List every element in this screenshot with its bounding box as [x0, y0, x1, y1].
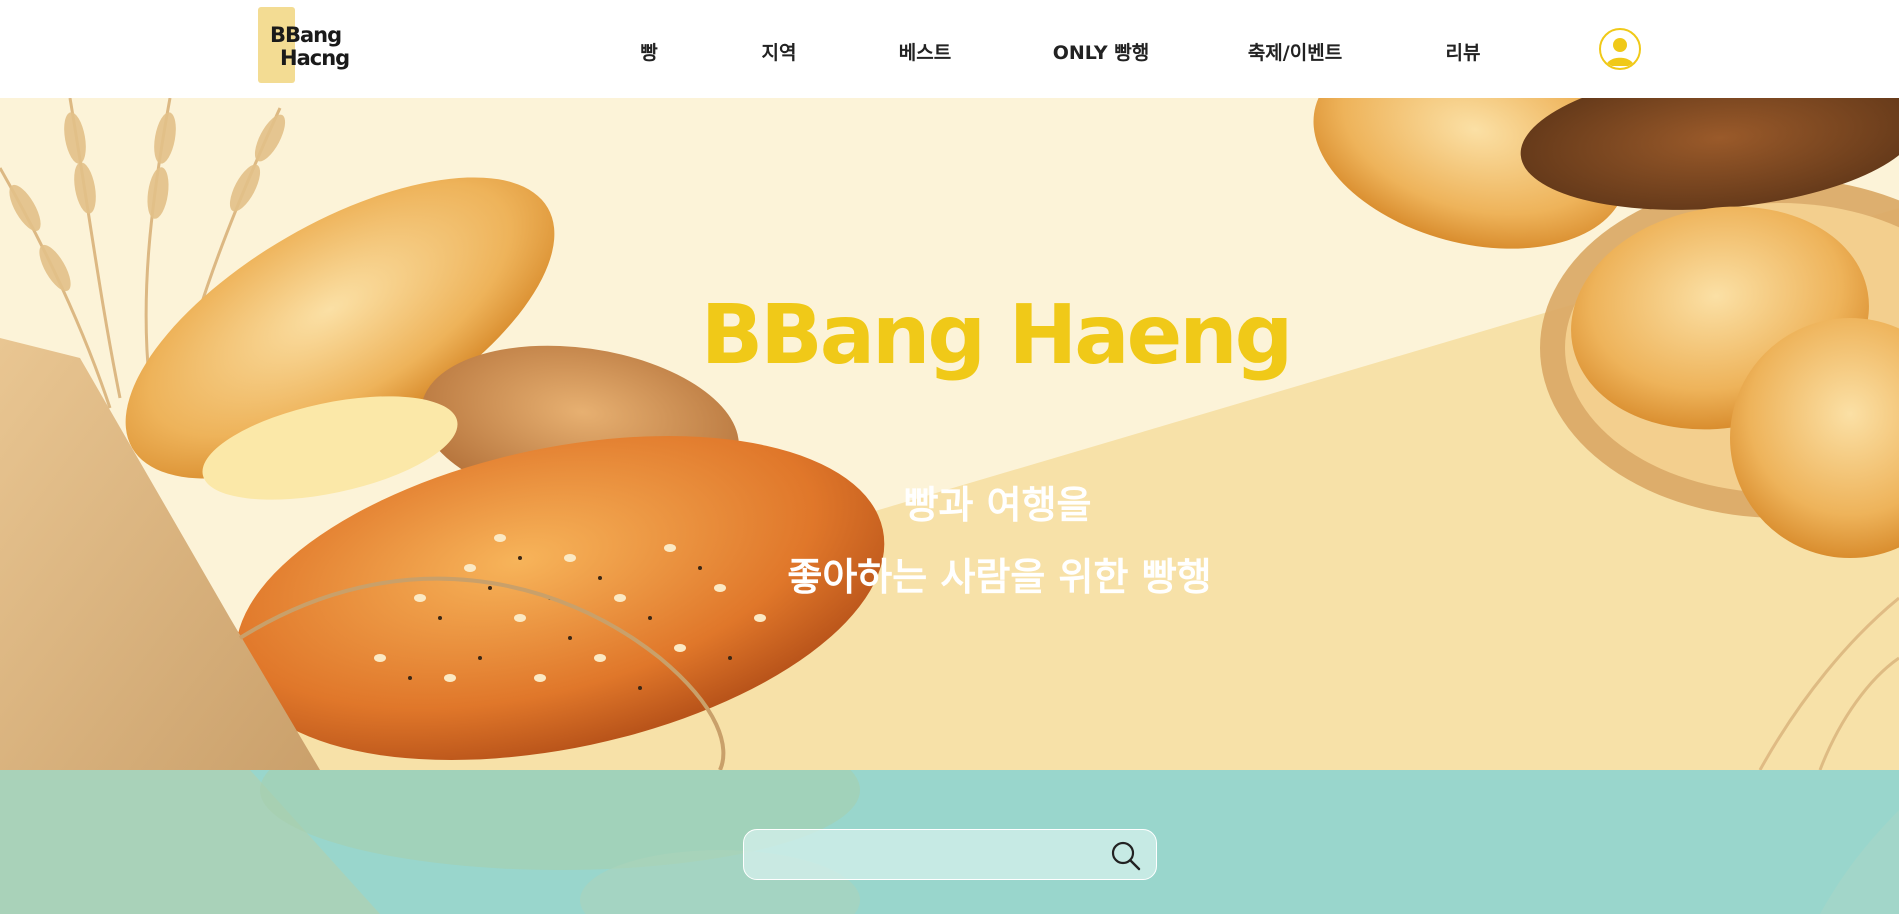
search-section: [0, 770, 1899, 914]
hero-bread-illustration: [0, 98, 1899, 770]
search-icon: [1111, 841, 1141, 871]
hero-subtitle-line-2: 좋아하는 사람을 위한 빵행: [787, 555, 1212, 599]
hero-banner: BBang Haeng 빵과 여행을 좋아하는 사람을 위한 빵행: [0, 98, 1899, 770]
search-button[interactable]: [1109, 839, 1143, 873]
nav-item-region[interactable]: 지역: [762, 38, 797, 65]
user-icon: [1606, 38, 1634, 66]
nav-item-best[interactable]: 베스트: [899, 38, 951, 65]
site-header: BBang Hacng 빵 지역 베스트 ONLY 빵행 축제/이벤트 리뷰: [0, 0, 1899, 98]
hero-subtitle-line-1: 빵과 여행을: [903, 483, 1092, 527]
user-account-button[interactable]: [1599, 28, 1641, 70]
nav-item-only-bbanghaeng[interactable]: ONLY 빵행: [1053, 38, 1150, 65]
nav-item-bread[interactable]: 빵: [640, 38, 657, 65]
hero-title: BBang Haeng: [700, 288, 1294, 383]
search-bar: [743, 829, 1157, 880]
nav-item-festival-event[interactable]: 축제/이벤트: [1248, 38, 1342, 65]
nav-item-review[interactable]: 리뷰: [1446, 38, 1481, 65]
search-input[interactable]: [758, 830, 1092, 880]
